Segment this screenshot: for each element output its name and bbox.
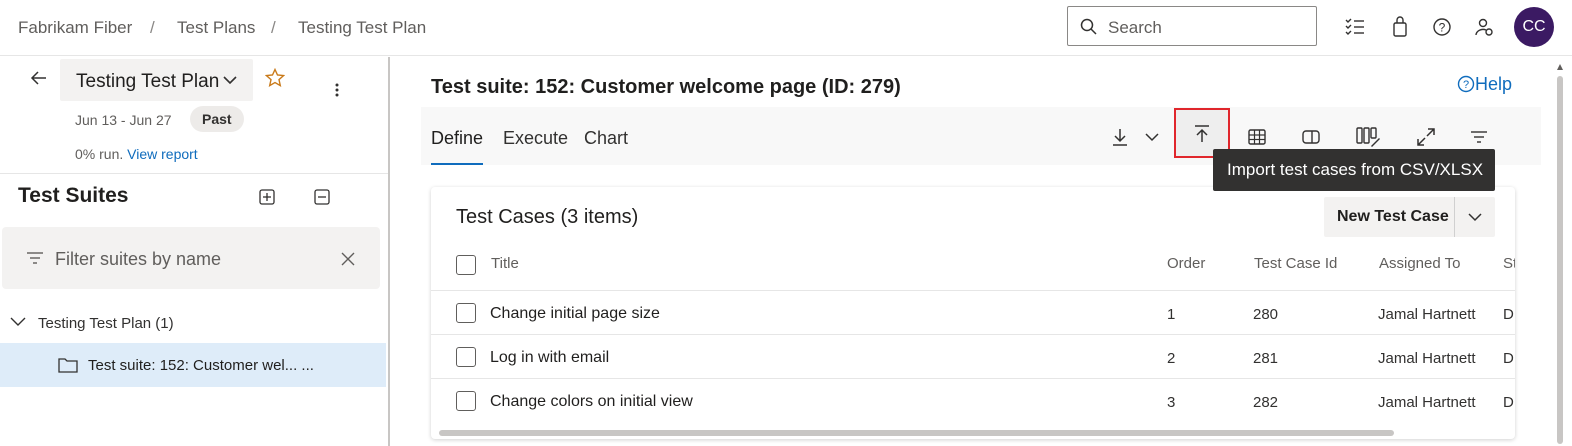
row-checkbox[interactable] [456, 347, 476, 367]
search-placeholder: Search [1108, 18, 1162, 37]
user-settings-icon[interactable] [1473, 16, 1495, 38]
row-checkbox[interactable] [456, 391, 476, 411]
tree-collapse-icon[interactable] [10, 315, 26, 327]
row-state: D [1503, 306, 1514, 323]
filter-icon[interactable] [1468, 126, 1490, 148]
test-cases-card: Test Cases (3 items) New Test Case Title… [431, 187, 1515, 439]
row-assigned: Jamal Hartnett [1378, 350, 1476, 367]
row-assigned: Jamal Hartnett [1378, 394, 1476, 411]
breadcrumb-separator: / [271, 18, 276, 37]
tab-execute[interactable]: Execute [503, 128, 568, 149]
view-report-link[interactable]: View report [127, 146, 198, 162]
search-icon [1080, 18, 1097, 35]
help-circle-icon: ? [1457, 75, 1475, 93]
table-row[interactable]: Log in with email 2 281 Jamal Hartnett D [431, 334, 1515, 378]
left-panel: Testing Test Plan Jun 13 - Jun 27 Past 0… [0, 57, 388, 446]
suites-heading: Test Suites [18, 184, 129, 207]
run-percentage: 0% run. [75, 146, 124, 162]
more-options-icon[interactable] [332, 81, 342, 99]
folder-icon [58, 358, 78, 373]
divider [0, 173, 388, 174]
shopping-bag-icon[interactable] [1389, 16, 1411, 38]
row-title[interactable]: Log in with email [490, 349, 609, 367]
row-assigned: Jamal Hartnett [1378, 306, 1476, 323]
panel-splitter[interactable] [388, 57, 390, 446]
column-header-assigned-to[interactable]: Assigned To [1379, 255, 1460, 272]
top-bar: Fabrikam Fiber / Test Plans / Testing Te… [0, 0, 1572, 56]
column-header-title[interactable]: Title [491, 255, 519, 272]
favorite-star-icon[interactable] [265, 68, 285, 88]
row-title[interactable]: Change initial page size [490, 305, 660, 323]
suite-filter-input[interactable]: Filter suites by name [2, 227, 380, 289]
clear-filter-icon[interactable] [340, 251, 356, 267]
new-test-case-label: New Test Case [1337, 208, 1449, 225]
plan-dates: Jun 13 - Jun 27 [75, 112, 172, 128]
row-title[interactable]: Change colors on initial view [490, 393, 693, 411]
help-link[interactable]: ? Help [1457, 74, 1512, 95]
row-order: 2 [1167, 350, 1176, 367]
chevron-down-icon [223, 76, 237, 85]
row-state: D [1503, 350, 1514, 367]
tab-chart[interactable]: Chart [584, 128, 628, 149]
row-order: 3 [1167, 394, 1176, 411]
suite-label: Test suite: 152: Customer wel... ... [88, 357, 314, 374]
vertical-scrollbar[interactable] [1556, 62, 1564, 446]
grid-view-icon[interactable] [1246, 126, 1268, 148]
grid-title: Test Cases (3 items) [456, 206, 639, 228]
table-row[interactable]: Change initial page size 1 280 Jamal Har… [431, 290, 1515, 334]
row-id: 281 [1253, 350, 1279, 367]
fullscreen-icon[interactable] [1415, 126, 1437, 148]
row-id: 280 [1253, 306, 1279, 323]
page-title: Test suite: 152: Customer welcome page (… [431, 76, 901, 98]
back-arrow-icon[interactable] [30, 69, 48, 87]
row-checkbox[interactable] [456, 303, 476, 323]
select-all-checkbox[interactable] [456, 255, 476, 275]
run-summary: 0% run. View report [75, 146, 198, 162]
breadcrumb-page[interactable]: Testing Test Plan [298, 18, 426, 38]
table-row[interactable]: Change colors on initial view 3 282 Jama… [431, 378, 1515, 422]
row-id: 282 [1253, 394, 1279, 411]
row-order: 1 [1167, 306, 1176, 323]
plan-picker[interactable]: Testing Test Plan [60, 59, 253, 101]
breadcrumb-section[interactable]: Test Plans [177, 18, 255, 38]
export-download-icon[interactable] [1109, 126, 1131, 148]
new-test-case-button[interactable]: New Test Case [1324, 197, 1495, 237]
help-icon[interactable]: ? [1431, 16, 1453, 38]
avatar[interactable]: CC [1514, 7, 1554, 47]
import-tooltip: Import test cases from CSV/XLSX [1213, 149, 1495, 191]
side-pane-icon[interactable] [1300, 126, 1322, 148]
filter-icon [27, 252, 43, 264]
column-header-state[interactable]: St [1503, 255, 1515, 272]
import-upload-icon [1195, 125, 1209, 142]
chevron-down-icon[interactable] [1141, 126, 1163, 148]
svg-text:?: ? [1463, 79, 1469, 91]
active-tab-indicator [431, 163, 483, 165]
tree-item-root[interactable]: Testing Test Plan (1) [38, 315, 174, 332]
tree-item-selected-suite[interactable]: Test suite: 152: Customer wel... ... [0, 343, 386, 387]
expand-all-icon[interactable] [258, 188, 276, 206]
help-label: Help [1475, 74, 1513, 94]
column-header-order[interactable]: Order [1167, 255, 1205, 272]
collapse-all-icon[interactable] [313, 188, 331, 206]
filter-placeholder: Filter suites by name [55, 249, 222, 269]
breadcrumb-separator: / [150, 18, 155, 37]
column-header-test-case-id[interactable]: Test Case Id [1254, 255, 1337, 272]
status-badge: Past [190, 106, 244, 132]
plan-name: Testing Test Plan [76, 71, 220, 92]
task-list-icon[interactable] [1344, 16, 1366, 38]
horizontal-scrollbar[interactable] [439, 430, 1394, 436]
tab-define[interactable]: Define [431, 128, 483, 149]
svg-text:?: ? [1439, 21, 1446, 35]
chevron-down-icon[interactable] [1467, 212, 1483, 222]
column-options-icon[interactable] [1355, 124, 1381, 150]
main-panel: Test suite: 152: Customer welcome page (… [391, 57, 1572, 446]
breadcrumb-org[interactable]: Fabrikam Fiber [18, 18, 132, 38]
row-state: D [1503, 394, 1514, 411]
search-input[interactable]: Search [1067, 6, 1317, 46]
split-divider [1454, 197, 1455, 237]
